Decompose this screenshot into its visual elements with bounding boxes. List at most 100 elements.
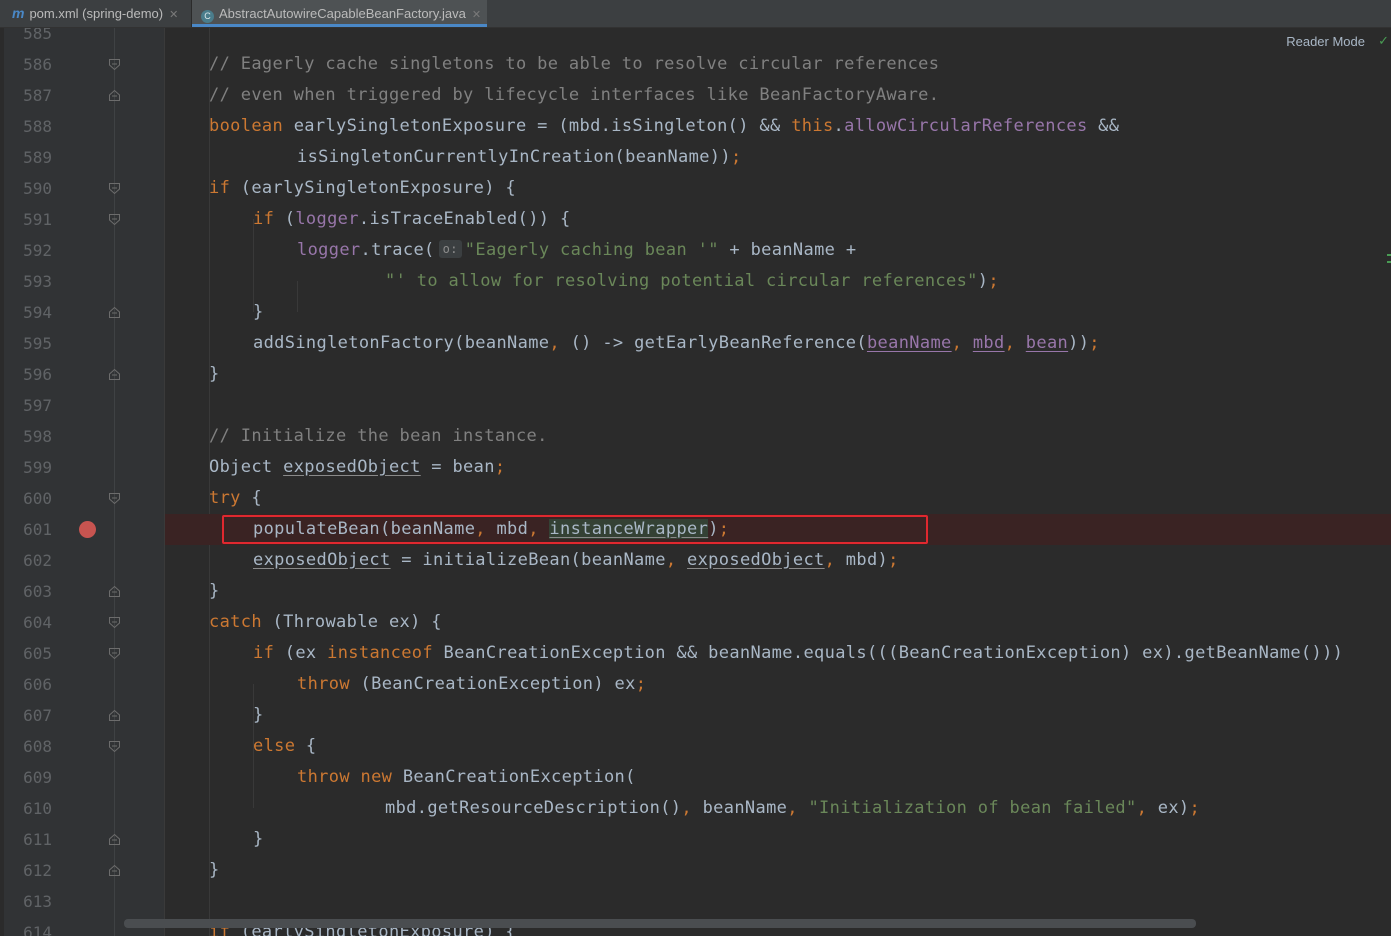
line-number[interactable]: 590 [0, 173, 52, 204]
line-number[interactable]: 592 [0, 235, 52, 266]
code-line-610[interactable]: mbd.getResourceDescription(), beanName, … [165, 793, 1391, 824]
comment: // even when triggered by lifecycle inte… [209, 85, 940, 105]
breakpoint-icon[interactable] [79, 521, 96, 538]
line-number[interactable]: 598 [0, 421, 52, 452]
code-line-591[interactable]: if (logger.isTraceEnabled()) { [165, 204, 1391, 235]
comment: // Eagerly cache singletons to be able t… [209, 54, 940, 74]
gutter[interactable]: 585 586 587 588 589 590 591 592 593 594 … [0, 28, 165, 936]
line-number[interactable]: 607 [0, 700, 52, 731]
field-ref: logger [297, 240, 361, 260]
fold-close-icon[interactable] [108, 89, 121, 102]
code-line-608[interactable]: else { [165, 731, 1391, 762]
scrollbar-change-marker[interactable] [1387, 254, 1391, 280]
line-number[interactable]: 605 [0, 638, 52, 669]
fold-close-icon[interactable] [108, 864, 121, 877]
field-ref: allowCircularReferences [844, 116, 1088, 136]
line-number[interactable]: 587 [0, 80, 52, 111]
line-number[interactable]: 601 [0, 514, 52, 545]
fold-close-icon[interactable] [108, 368, 121, 381]
code-text: (earlySingletonExposure) { [230, 178, 516, 198]
code-line-603[interactable]: } [165, 576, 1391, 607]
line-number[interactable]: 602 [0, 545, 52, 576]
line-number[interactable]: 595 [0, 328, 52, 359]
code-line-585[interactable] [165, 28, 1391, 49]
code-text: } [209, 581, 220, 601]
code-line-588[interactable]: boolean earlySingletonExposure = (mbd.is… [165, 111, 1391, 142]
code-line-607[interactable]: } [165, 700, 1391, 731]
line-number[interactable]: 606 [0, 669, 52, 700]
line-number[interactable]: 604 [0, 607, 52, 638]
code-line-611[interactable]: } [165, 824, 1391, 855]
code-line-587[interactable]: // even when triggered by lifecycle inte… [165, 80, 1391, 111]
comma: , [528, 519, 539, 539]
fold-open-icon[interactable] [108, 58, 121, 71]
line-number[interactable]: 610 [0, 793, 52, 824]
code-line-598[interactable]: // Initialize the bean instance. [165, 421, 1391, 452]
fold-open-icon[interactable] [108, 740, 121, 753]
fold-close-icon[interactable] [108, 585, 121, 598]
line-number[interactable]: 611 [0, 824, 52, 855]
code-line-605[interactable]: if (ex instanceof BeanCreationException … [165, 638, 1391, 669]
fold-close-icon[interactable] [108, 833, 121, 846]
code-line-595[interactable]: addSingletonFactory(beanName, () -> getE… [165, 328, 1391, 359]
code-text: } [253, 705, 264, 725]
line-number[interactable]: 596 [0, 359, 52, 390]
code-line-600[interactable]: try { [165, 483, 1391, 514]
code-text: } [209, 364, 220, 384]
code-line-592[interactable]: logger.trace(o: "Eagerly caching bean '" … [165, 235, 1391, 266]
code-line-596[interactable]: } [165, 359, 1391, 390]
line-number[interactable]: 613 [0, 886, 52, 917]
code-line-602[interactable]: exposedObject = initializeBean(beanName,… [165, 545, 1391, 576]
line-number[interactable]: 609 [0, 762, 52, 793]
fold-close-icon[interactable] [108, 709, 121, 722]
line-number[interactable]: 594 [0, 297, 52, 328]
code-line-612[interactable]: } [165, 855, 1391, 886]
tab-label: AbstractAutowireCapableBeanFactory.java [219, 6, 466, 21]
line-number[interactable]: 586 [0, 49, 52, 80]
code-area[interactable]: // Eagerly cache singletons to be able t… [165, 28, 1391, 936]
tab-abstract-autowire-capable-bean-factory[interactable]: C AbstractAutowireCapableBeanFactory.java… [192, 0, 487, 27]
code-line-594[interactable]: } [165, 297, 1391, 328]
line-number[interactable]: 600 [0, 483, 52, 514]
reassigned-variable: instanceWrapper [549, 519, 709, 539]
line-number[interactable]: 614 [0, 917, 52, 936]
horizontal-scrollbar[interactable] [124, 919, 1196, 928]
code-line-601-breakpoint[interactable]: populateBean(beanName, mbd, instanceWrap… [165, 514, 1391, 545]
line-number[interactable]: 599 [0, 452, 52, 483]
line-number[interactable]: 593 [0, 266, 52, 297]
tab-pom-xml[interactable]: m pom.xml (spring-demo) ✕ [0, 0, 191, 27]
comma: , [549, 333, 560, 353]
line-number[interactable]: 597 [0, 390, 52, 421]
comma: , [824, 550, 836, 570]
fold-open-icon[interactable] [108, 182, 121, 195]
line-number[interactable]: 612 [0, 855, 52, 886]
code-line-604[interactable]: catch (Throwable ex) { [165, 607, 1391, 638]
line-number[interactable]: 591 [0, 204, 52, 235]
code-line-593[interactable]: "' to allow for resolving potential circ… [165, 266, 1391, 297]
reader-mode-button[interactable]: Reader Mode [1286, 34, 1365, 49]
code-line-590[interactable]: if (earlySingletonExposure) { [165, 173, 1391, 204]
code-line-597[interactable] [165, 390, 1391, 421]
line-number[interactable]: 588 [0, 111, 52, 142]
code-line-613[interactable] [165, 886, 1391, 917]
fold-close-icon[interactable] [108, 306, 121, 319]
fold-open-icon[interactable] [108, 492, 121, 505]
inspection-ok-icon[interactable]: ✓ [1378, 34, 1389, 49]
close-icon[interactable]: ✕ [169, 9, 178, 21]
close-icon[interactable]: ✕ [472, 9, 481, 21]
code-line-606[interactable]: throw (BeanCreationException) ex; [165, 669, 1391, 700]
line-number[interactable]: 608 [0, 731, 52, 762]
field-ref: logger [295, 209, 359, 229]
line-number[interactable]: 585 [0, 28, 52, 49]
line-number[interactable]: 589 [0, 142, 52, 173]
line-number[interactable]: 603 [0, 576, 52, 607]
code-text: = initializeBean(beanName [390, 550, 666, 570]
code-line-599[interactable]: Object exposedObject = bean; [165, 452, 1391, 483]
code-line-609[interactable]: throw new BeanCreationException( [165, 762, 1391, 793]
fold-open-icon[interactable] [108, 213, 121, 226]
fold-open-icon[interactable] [108, 616, 121, 629]
code-line-589[interactable]: isSingletonCurrentlyInCreation(beanName)… [165, 142, 1391, 173]
fold-open-icon[interactable] [108, 647, 121, 660]
code-editor[interactable]: 585 586 587 588 589 590 591 592 593 594 … [0, 28, 1391, 936]
code-line-586[interactable]: // Eagerly cache singletons to be able t… [165, 49, 1391, 80]
